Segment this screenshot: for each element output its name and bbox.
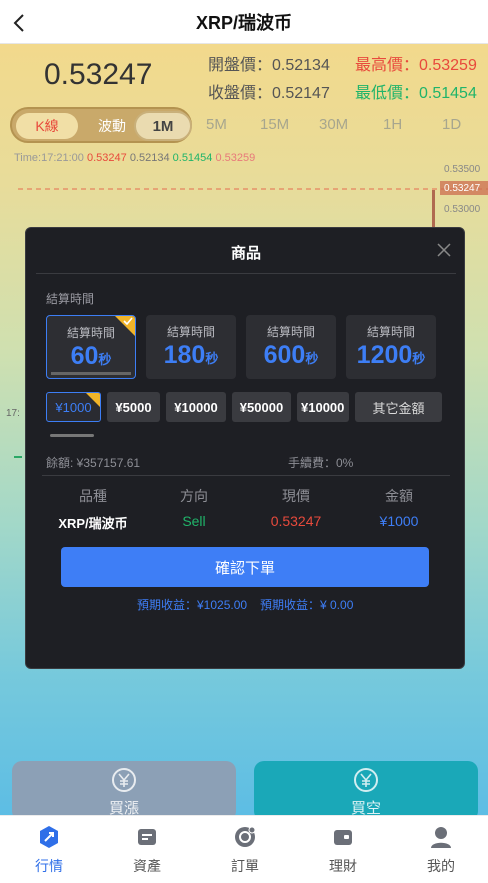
tab-kline[interactable]: K線	[16, 113, 78, 139]
order-amount: ¥1000	[379, 513, 419, 529]
low-price: 最低價：0.51454	[355, 85, 477, 102]
other-amount-button[interactable]: 其它金額	[355, 392, 442, 422]
wallet-icon	[138, 829, 156, 845]
axis-fragment: 17:	[6, 408, 20, 419]
expected-profit: 預期收益：¥1025.00	[137, 598, 248, 612]
expected-profit-secondary: 預期收益：¥ 0.00	[260, 598, 354, 612]
nav-label: 資產	[133, 858, 161, 874]
tab-wave[interactable]: 波動	[84, 113, 140, 139]
settle-seconds: 60	[70, 342, 99, 370]
balance-text: 餘額: ¥357157.61	[46, 456, 141, 470]
settle-option-label: 結算時間	[366, 325, 415, 339]
divider	[42, 475, 450, 476]
buy-up-label: 買漲	[108, 800, 139, 815]
nav-label: 理財	[329, 858, 357, 874]
amount-option-100000[interactable]: ¥10000	[297, 392, 349, 422]
nav-label: 行情	[35, 858, 63, 874]
order-symbol: XRP/瑞波币	[58, 516, 128, 531]
settle-option-1200[interactable]: 結算時間 1200秒	[346, 315, 436, 379]
current-price: 0.53247	[44, 58, 153, 91]
chart-tabs: K線 波動 1M 5M 15M 30M 1H 1D	[10, 107, 488, 143]
high-price: 最高價：0.53259	[355, 57, 477, 74]
nav-finance[interactable]: 理財	[294, 824, 392, 878]
col-header-symbol: 品種	[79, 488, 107, 504]
period-1m[interactable]: 1M	[134, 111, 192, 141]
period-15m[interactable]: 15M	[260, 116, 289, 133]
chart-mode-toggle: K線 波動 1M	[10, 107, 192, 143]
close-price: 收盤價：0.52147	[208, 85, 330, 102]
col-header-price: 現價	[282, 488, 310, 504]
order-direction: Sell	[182, 513, 206, 529]
close-icon[interactable]	[436, 242, 452, 258]
settle-unit: 秒	[98, 352, 112, 367]
amount-option-5000[interactable]: ¥5000	[107, 392, 160, 422]
user-icon	[431, 827, 451, 848]
period-5m[interactable]: 5M	[206, 116, 227, 133]
settle-option-label: 結算時間	[266, 325, 315, 339]
settle-unit: 秒	[205, 351, 219, 366]
settle-time-label: 結算時間	[46, 292, 95, 306]
nav-assets[interactable]: 資產	[98, 824, 196, 878]
buy-up-button[interactable]: 買漲	[12, 761, 236, 815]
nav-orders[interactable]: 訂單	[196, 824, 294, 878]
crosshair-readout: Time:17:21:00 0.53247 0.52134 0.51454 0.…	[14, 152, 256, 164]
col-header-direction: 方向	[180, 488, 208, 504]
finance-icon	[334, 830, 352, 845]
bottom-nav: 行情 資產 訂單 理財 我的	[0, 815, 488, 883]
market-icon	[40, 826, 58, 848]
axis-tick: 0.53500	[444, 164, 481, 175]
period-1h[interactable]: 1H	[383, 116, 402, 133]
amount-option-1000[interactable]: ¥1000	[46, 392, 101, 422]
nav-profile[interactable]: 我的	[392, 824, 488, 878]
back-arrow-icon[interactable]	[10, 12, 30, 32]
modal-title: 商品	[230, 245, 261, 262]
col-header-amount: 金額	[385, 488, 413, 504]
buy-down-label: 買空	[350, 800, 381, 815]
settle-unit: 秒	[412, 351, 426, 366]
settle-option-60[interactable]: 結算時間 60秒	[46, 315, 136, 379]
axis-tick-current: 0.53247	[444, 183, 481, 194]
confirm-order-button[interactable]: 確認下單	[61, 547, 429, 587]
settle-seconds: 600	[263, 341, 306, 369]
card-bar	[51, 372, 131, 375]
divider	[36, 273, 456, 274]
checkmark-icon	[123, 317, 133, 325]
settle-unit: 秒	[305, 351, 319, 366]
settle-seconds: 1200	[356, 341, 413, 369]
orders-icon	[235, 826, 256, 847]
nav-label: 我的	[427, 858, 455, 874]
open-price: 開盤價：0.52134	[208, 57, 330, 74]
axis-tick: 0.53000	[444, 204, 481, 215]
selected-corner	[86, 393, 100, 407]
settle-option-600[interactable]: 結算時間 600秒	[246, 315, 336, 379]
nav-market[interactable]: 行情	[0, 824, 98, 878]
settle-seconds: 180	[163, 341, 206, 369]
page-title: XRP/瑞波币	[195, 12, 292, 33]
buy-down-button[interactable]: 買空	[254, 761, 478, 815]
period-30m[interactable]: 30M	[319, 116, 348, 133]
order-modal: 商品 結算時間 結算時間 60秒 結算時間 180秒 結算時間 600秒 結算時…	[25, 227, 465, 669]
order-price: 0.53247	[270, 513, 322, 529]
period-1d[interactable]: 1D	[442, 116, 461, 133]
yen-coin-icon	[354, 768, 378, 792]
top-bar: XRP/瑞波币	[0, 0, 488, 44]
settle-option-label: 結算時間	[166, 325, 215, 339]
amount-scroll-indicator[interactable]	[50, 434, 94, 437]
settle-option-180[interactable]: 結算時間 180秒	[146, 315, 236, 379]
fee-text: 手續費：0%	[288, 456, 354, 470]
amount-option-50000[interactable]: ¥50000	[232, 392, 291, 422]
amount-option-10000[interactable]: ¥10000	[166, 392, 226, 422]
nav-label: 訂單	[231, 858, 259, 874]
yen-coin-icon	[112, 768, 136, 792]
